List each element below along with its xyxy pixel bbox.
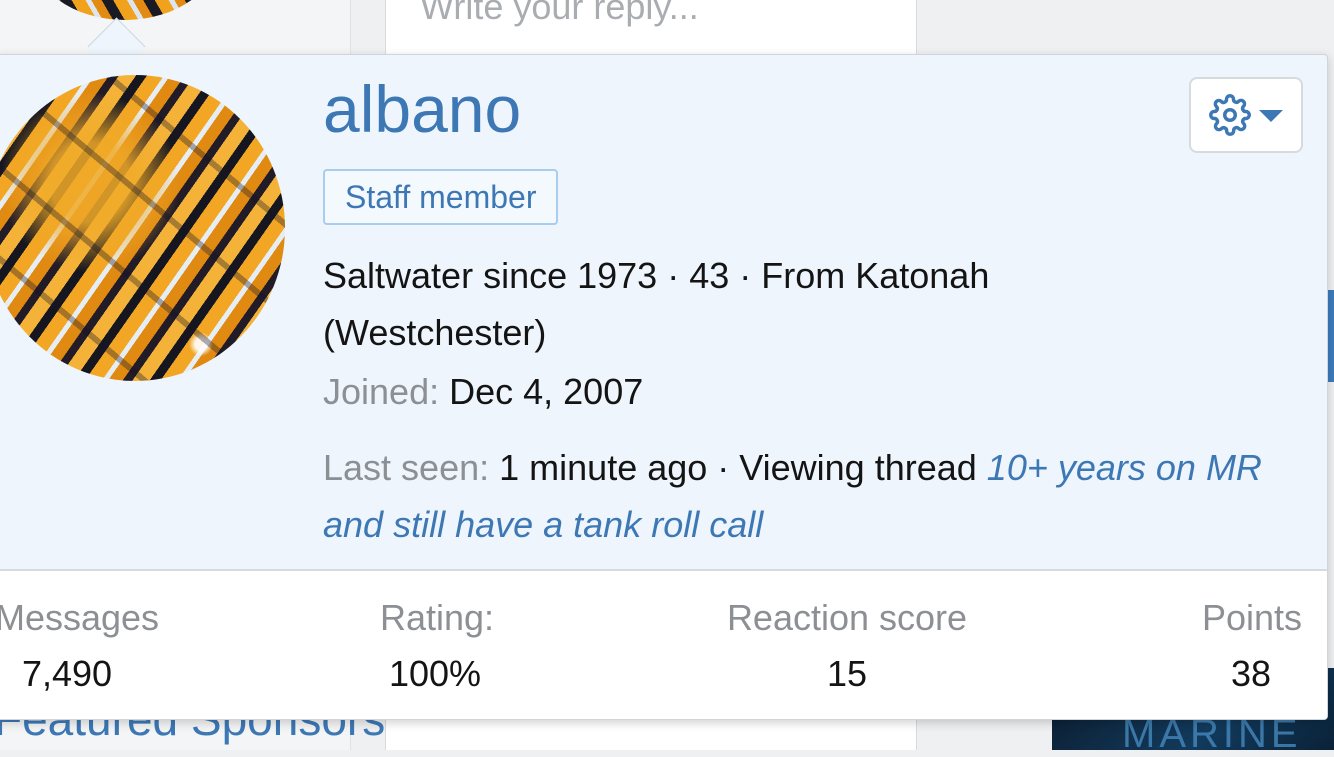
- stat-value-reaction-score[interactable]: 15: [827, 653, 867, 695]
- stat-value-messages[interactable]: 7,490: [22, 653, 112, 695]
- member-tooltip-header: albano Staff member Saltwater since 1973…: [0, 55, 1327, 569]
- gear-icon: [1209, 94, 1251, 136]
- stat-label-messages: Messages: [0, 597, 160, 638]
- member-user-title: Saltwater since 1973 · 43 · From Katonah…: [323, 255, 990, 353]
- last-seen-row: Last seen: 1 minute ago · Viewing thread…: [323, 439, 1283, 553]
- last-seen-value: 1 minute ago · Viewing thread: [499, 447, 977, 488]
- joined-value: Dec 4, 2007: [449, 371, 644, 412]
- stat-label-reaction-score: Reaction score: [726, 597, 968, 638]
- joined-row: Joined: Dec 4, 2007: [323, 371, 643, 413]
- chevron-down-icon: [1259, 110, 1283, 122]
- member-stats-bar: Messages 7,490 Rating: 100% Reaction sco…: [0, 569, 1327, 719]
- joined-label: Joined:: [323, 371, 440, 412]
- member-actions-menu-button[interactable]: [1189, 77, 1303, 153]
- member-avatar[interactable]: [0, 75, 285, 381]
- reply-input-placeholder[interactable]: Write your reply...: [420, 0, 699, 28]
- member-tooltip-card: albano Staff member Saltwater since 1973…: [0, 54, 1328, 720]
- last-seen-label: Last seen:: [323, 447, 490, 488]
- stat-value-points[interactable]: 38: [1231, 653, 1271, 695]
- stat-label-rating: Rating:: [379, 597, 495, 638]
- staff-member-badge: Staff member: [323, 169, 559, 225]
- side-tab[interactable]: [1328, 290, 1334, 382]
- post-author-avatar[interactable]: [30, 0, 220, 20]
- stat-label-points: Points: [1201, 597, 1303, 638]
- stat-value-rating: 100%: [388, 653, 482, 694]
- member-username[interactable]: albano: [323, 71, 521, 147]
